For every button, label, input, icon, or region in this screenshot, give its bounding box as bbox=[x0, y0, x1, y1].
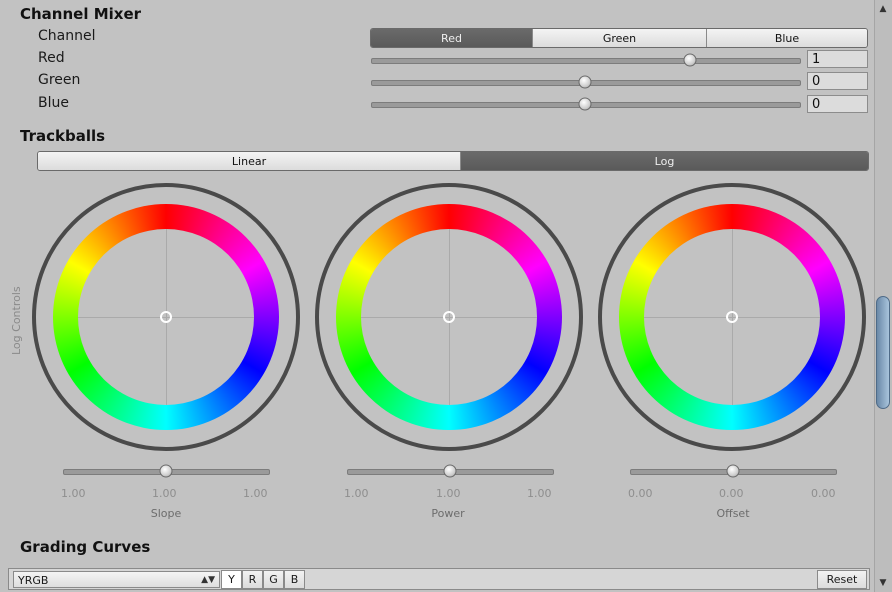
channel-label: Channel bbox=[38, 28, 96, 44]
green-label: Green bbox=[38, 72, 81, 88]
offset-handle[interactable] bbox=[726, 311, 738, 323]
slope-label: Slope bbox=[150, 507, 182, 520]
slope-value-3: 1.00 bbox=[243, 487, 268, 500]
curve-channel-y[interactable]: Y bbox=[221, 570, 242, 589]
curves-toolbar: YRGB ▲▼ Y R G B Reset bbox=[8, 568, 870, 590]
reset-button[interactable]: Reset bbox=[817, 570, 867, 589]
channel-button-red[interactable]: Red bbox=[371, 29, 533, 47]
scroll-up-arrow-icon[interactable]: ▲ bbox=[876, 2, 890, 16]
channel-mixer-title: Channel Mixer bbox=[20, 5, 142, 23]
channel-button-green[interactable]: Green bbox=[533, 29, 707, 47]
curve-channel-b[interactable]: B bbox=[284, 570, 305, 589]
red-slider-track[interactable] bbox=[371, 58, 801, 64]
blue-label: Blue bbox=[38, 95, 69, 111]
power-value-1: 1.00 bbox=[344, 487, 369, 500]
slope-slider-thumb[interactable] bbox=[159, 464, 173, 478]
mode-button-linear[interactable]: Linear bbox=[38, 152, 461, 170]
curve-channel-g[interactable]: G bbox=[263, 570, 284, 589]
curve-mode-value: YRGB bbox=[18, 574, 49, 587]
offset-value-2: 0.00 bbox=[719, 487, 744, 500]
channel-button-blue[interactable]: Blue bbox=[707, 29, 867, 47]
curve-mode-select[interactable]: YRGB ▲▼ bbox=[13, 571, 220, 588]
red-label: Red bbox=[38, 50, 65, 66]
offset-value-1: 0.00 bbox=[628, 487, 653, 500]
slope-trackball[interactable] bbox=[32, 183, 300, 451]
up-down-arrows-icon: ▲▼ bbox=[201, 575, 215, 585]
slope-value-2: 1.00 bbox=[152, 487, 177, 500]
scrollbar-thumb[interactable] bbox=[876, 296, 890, 409]
green-slider-thumb[interactable] bbox=[578, 75, 592, 89]
blue-value-field[interactable]: 0 bbox=[807, 95, 868, 113]
log-controls-label: Log Controls bbox=[10, 286, 23, 355]
offset-trackball[interactable] bbox=[598, 183, 866, 451]
offset-slider-thumb[interactable] bbox=[726, 464, 740, 478]
power-value-3: 1.00 bbox=[527, 487, 552, 500]
power-trackball[interactable] bbox=[315, 183, 583, 451]
channel-segmented-control: Red Green Blue bbox=[370, 28, 868, 48]
power-handle[interactable] bbox=[443, 311, 455, 323]
green-value-field[interactable]: 0 bbox=[807, 72, 868, 90]
power-label: Power bbox=[431, 507, 465, 520]
trackball-mode-control: Linear Log bbox=[37, 151, 869, 171]
red-value-field[interactable]: 1 bbox=[807, 50, 868, 68]
blue-slider-thumb[interactable] bbox=[578, 97, 592, 111]
offset-value-3: 0.00 bbox=[811, 487, 836, 500]
power-value-2: 1.00 bbox=[436, 487, 461, 500]
grading-curves-title: Grading Curves bbox=[20, 538, 151, 556]
scroll-down-arrow-icon[interactable]: ▼ bbox=[876, 576, 890, 590]
power-slider-thumb[interactable] bbox=[443, 464, 457, 478]
curve-channel-r[interactable]: R bbox=[242, 570, 263, 589]
slope-value-1: 1.00 bbox=[61, 487, 86, 500]
red-slider-thumb[interactable] bbox=[683, 53, 697, 67]
trackballs-title: Trackballs bbox=[20, 127, 106, 145]
mode-button-log[interactable]: Log bbox=[461, 152, 868, 170]
offset-label: Offset bbox=[716, 507, 750, 520]
slope-handle[interactable] bbox=[160, 311, 172, 323]
